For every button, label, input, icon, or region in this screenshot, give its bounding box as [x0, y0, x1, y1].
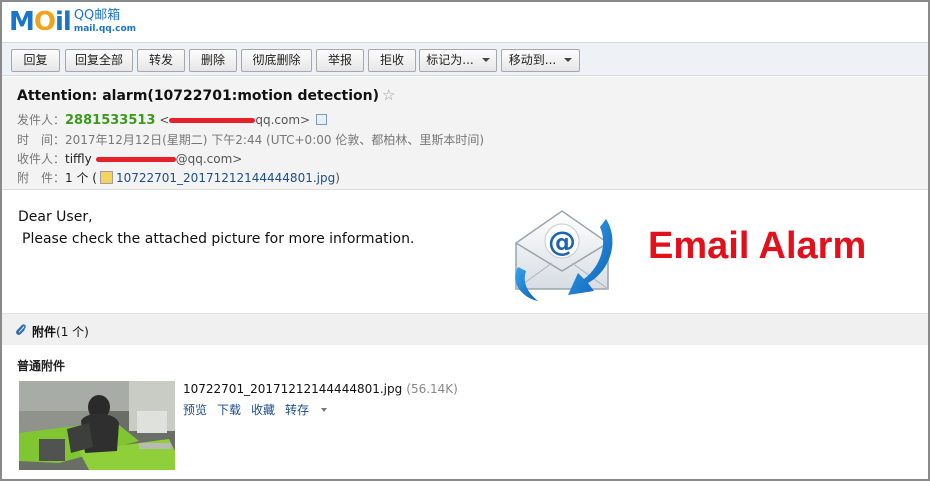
chevron-down-icon	[321, 408, 328, 412]
attachment-actions: 预览 下载 收藏 转存	[183, 401, 337, 418]
save-to-label: 转存	[285, 403, 310, 417]
mark-as-label: 标记为...	[426, 53, 474, 67]
favorite-link[interactable]: 收藏	[251, 403, 275, 417]
report-button[interactable]: 举报	[316, 49, 364, 72]
attachment-header-label: 附件(1 个)	[32, 323, 89, 340]
mail-toolbar: 回复 回复全部 转发 删除 彻底删除 举报 拒收 标记为... 移动到...	[2, 42, 928, 76]
email-alarm-banner: Email Alarm	[648, 225, 867, 267]
reject-button[interactable]: 拒收	[368, 49, 416, 72]
move-to-dropdown[interactable]: 移动到...	[501, 49, 580, 72]
reply-button[interactable]: 回复	[11, 49, 60, 72]
sender-addr-open: <	[159, 113, 170, 127]
star-icon[interactable]: ☆	[382, 86, 395, 104]
time-row: 时 间：2017年12月12日(星期二) 下午2:44 (UTC+0:00 伦敦…	[17, 131, 484, 148]
redaction-mark	[169, 118, 256, 123]
sender-row: 发件人：2881533513 < qq.com>	[17, 111, 328, 128]
delete-button[interactable]: 删除	[189, 49, 237, 72]
attach-count-prefix: 1 个 (	[65, 171, 97, 185]
logo-letter-m: M	[9, 7, 35, 37]
attachment-section-header: 附件(1 个)	[2, 313, 928, 345]
mark-as-dropdown[interactable]: 标记为...	[419, 49, 497, 72]
mail-header: Attention: alarm(10722701:motion detecti…	[2, 77, 928, 190]
logo-letter-o: O	[33, 7, 56, 37]
at-symbol: @	[548, 225, 576, 258]
email-envelope-icon: @	[515, 210, 613, 301]
attachment-file-row: 10722701_20171212144444801.jpg (56.14K)	[183, 382, 458, 396]
logo-qq-block: QQ邮箱 mail.qq.com	[74, 8, 136, 34]
add-contact-icon[interactable]	[316, 114, 328, 125]
save-to-dropdown[interactable]: 转存	[285, 403, 337, 417]
attachment-header-count: (1 个)	[56, 325, 89, 339]
from-label: 发件人：	[17, 113, 66, 127]
attachment-list: 普通附件 10722701_20171212144444801.jpg (56.1…	[2, 345, 928, 479]
sender-name[interactable]: 2881533513	[65, 113, 155, 128]
delete-permanently-button[interactable]: 彻底删除	[241, 49, 312, 72]
reply-all-button[interactable]: 回复全部	[65, 49, 133, 72]
chevron-down-icon	[481, 58, 490, 62]
logo-qq-url: mail.qq.com	[73, 24, 137, 34]
recipient-name[interactable]: tiffly	[65, 152, 92, 166]
download-link[interactable]: 下载	[217, 403, 241, 417]
chevron-down-icon	[564, 58, 573, 62]
mail-body: Dear User, Please check the attached pic…	[2, 191, 928, 313]
attachment-file-size: (56.14K)	[406, 382, 458, 396]
top-bar: MOil QQ邮箱 mail.qq.com	[2, 2, 928, 42]
to-label: 收件人：	[17, 152, 66, 166]
logo-mail-text: MOil	[9, 7, 72, 37]
paperclip-icon	[16, 324, 26, 335]
time-label: 时 间：	[17, 133, 66, 147]
attach-label: 附 件：	[17, 171, 66, 185]
logo-letters-il: il	[54, 7, 72, 37]
sender-addr-domain: qq.com>	[255, 113, 311, 127]
time-value: 2017年12月12日(星期二) 下午2:44 (UTC+0:00 伦敦、都柏林…	[65, 133, 485, 147]
recipient-addr-domain: @qq.com>	[175, 152, 243, 166]
camera-snapshot-image	[19, 381, 175, 470]
qq-mail-logo[interactable]: MOil QQ邮箱 mail.qq.com	[9, 8, 136, 38]
image-file-icon	[99, 171, 113, 184]
attachment-thumbnail[interactable]	[19, 381, 175, 470]
move-to-label: 移动到...	[508, 53, 557, 67]
redaction-mark	[95, 157, 176, 162]
recipient-row: 收件人：tiffly @qq.com>	[17, 150, 242, 167]
message-text: Please check the attached picture for mo…	[22, 231, 415, 247]
logo-qq-title: QQ邮箱	[73, 8, 121, 23]
preview-link[interactable]: 预览	[183, 403, 207, 417]
attachment-link[interactable]: 10722701_20171212144444801.jpg	[116, 171, 335, 185]
subject-text: Attention: alarm(10722701:motion detecti…	[17, 88, 379, 104]
attachment-type-label: 普通附件	[17, 359, 66, 373]
attachment-header-title: 附件	[32, 325, 57, 339]
attachment-row: 附 件：1 个 ( 10722701_20171212144444801.jpg)	[17, 169, 340, 186]
greeting-text: Dear User,	[18, 209, 93, 225]
attach-count-suffix: )	[335, 171, 340, 185]
mail-subject: Attention: alarm(10722701:motion detecti…	[17, 86, 395, 104]
attachment-file-name[interactable]: 10722701_20171212144444801.jpg	[183, 382, 402, 396]
forward-button[interactable]: 转发	[137, 49, 185, 72]
